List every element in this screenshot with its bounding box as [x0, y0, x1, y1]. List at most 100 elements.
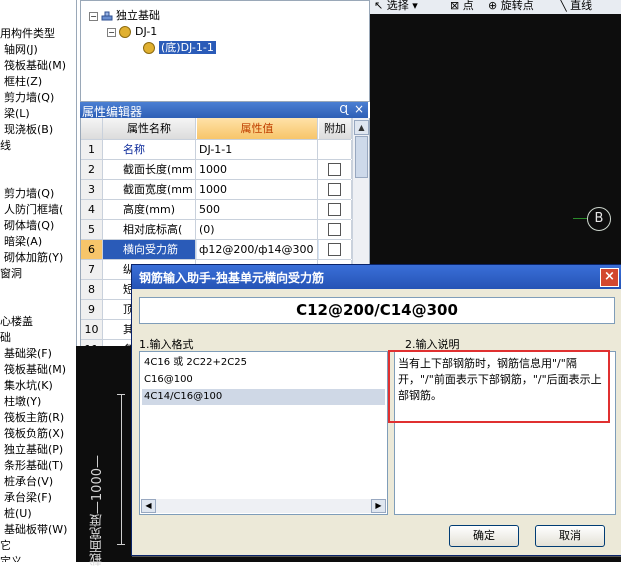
row-add-cell — [319, 140, 352, 159]
left-item-13[interactable]: 窗洞 — [0, 267, 22, 281]
left-item-6[interactable]: 现浇板(B) — [4, 123, 53, 137]
left-item-24[interactable]: 桩承台(V) — [4, 475, 53, 489]
left-item-21[interactable]: 筏板负筋(X) — [4, 427, 64, 441]
rebar-value-field[interactable]: C12@200/C14@300 — [139, 297, 615, 324]
row-num: 3 — [81, 180, 103, 199]
table-row[interactable]: 4 高度(mm) 500 — [81, 200, 352, 220]
add-checkbox[interactable] — [328, 163, 341, 176]
left-item-22[interactable]: 独立基础(P) — [4, 443, 63, 457]
left-item-19[interactable]: 柱墩(Y) — [4, 395, 41, 409]
rotate-point-tool[interactable]: ⊕ 旋转点 — [488, 0, 534, 13]
cancel-button[interactable]: 取消 — [535, 525, 605, 547]
left-item-17[interactable]: 筏板基础(M) — [4, 363, 66, 377]
left-item-11[interactable]: 暗梁(A) — [4, 235, 42, 249]
scroll-left-icon[interactable]: ◀ — [141, 499, 156, 513]
list-item-selected[interactable]: 4C14/C16@100 — [142, 389, 385, 405]
property-editor-titlebar: 属性编辑器 Ɋ × — [80, 102, 368, 119]
left-item-16[interactable]: 基础梁(F) — [4, 347, 52, 361]
list-item[interactable]: C16@100 — [142, 372, 385, 388]
close-icon[interactable]: × — [354, 102, 364, 116]
left-item-7[interactable]: 线 — [0, 139, 11, 153]
left-item-9[interactable]: 人防门框墙( — [4, 203, 63, 217]
left-item-12[interactable]: 砌体加筋(Y) — [4, 251, 63, 265]
row-value[interactable]: (0) — [197, 220, 318, 239]
left-item-29[interactable]: 定义 — [0, 555, 22, 562]
line-tool[interactable]: ╲ 直线 — [560, 0, 592, 13]
row-name: 截面宽度(mm — [103, 180, 196, 199]
horizontal-scrollbar[interactable]: ◀ ▶ — [141, 499, 386, 513]
axis-line — [573, 218, 587, 219]
row-num: 5 — [81, 220, 103, 239]
gear-icon — [143, 42, 155, 54]
row-value[interactable]: 1000 — [197, 160, 318, 179]
row-value[interactable]: 1000 — [197, 180, 318, 199]
left-item-0[interactable]: 用构件类型 — [0, 27, 55, 41]
drawing-toolbar: ↖ 选择 ▾ ⊠ 点 ⊕ 旋转点 ╲ 直线 — [370, 0, 621, 15]
point-icon: ⊠ — [450, 0, 460, 12]
tree-child[interactable]: − DJ-1 — [107, 25, 157, 39]
select-label: 选择 — [386, 0, 409, 12]
left-item-28[interactable]: 它 — [0, 539, 11, 553]
header-name: 属性名称 — [103, 118, 196, 139]
add-checkbox[interactable] — [328, 183, 341, 196]
pin-icon[interactable]: Ɋ — [339, 103, 348, 116]
left-item-5[interactable]: 梁(L) — [4, 107, 30, 121]
ok-button[interactable]: 确定 — [449, 525, 519, 547]
left-item-15[interactable]: 础 — [0, 331, 11, 345]
left-item-18[interactable]: 集水坑(K) — [4, 379, 53, 393]
table-row-selected[interactable]: 6 横向受力筋 ф12@200/ф14@300 — [81, 240, 352, 260]
tree-root[interactable]: − 独立基础 — [89, 9, 160, 23]
close-icon[interactable]: × — [600, 268, 619, 287]
format-list[interactable]: 4C16 或 2C22+2C25 C16@100 4C14/C16@100 ◀ … — [139, 351, 388, 515]
left-item-10[interactable]: 砌体墙(Q) — [4, 219, 54, 233]
left-item-1[interactable]: 轴网(J) — [4, 43, 38, 57]
add-checkbox[interactable] — [328, 243, 341, 256]
left-item-23[interactable]: 条形基础(T) — [4, 459, 63, 473]
dimension-value: 1000 — [90, 468, 105, 502]
component-tree: − 独立基础 − DJ-1 (底)DJ-1-1 — [80, 0, 370, 102]
point-tool[interactable]: ⊠ 点 — [450, 0, 474, 13]
tree-leaf-label: (底)DJ-1-1 — [159, 41, 216, 54]
row-value[interactable]: DJ-1-1 — [197, 140, 318, 159]
table-row[interactable]: 2 截面长度(mm 1000 — [81, 160, 352, 180]
add-checkbox[interactable] — [328, 203, 341, 216]
left-item-26[interactable]: 桩(U) — [4, 507, 32, 521]
scroll-right-icon[interactable]: ▶ — [371, 499, 386, 513]
row-num: 7 — [81, 260, 103, 279]
row-num: 10 — [81, 320, 103, 339]
header-value: 属性值 — [197, 118, 318, 139]
left-item-8[interactable]: 剪力墙(Q) — [4, 187, 54, 201]
collapse-icon[interactable]: − — [107, 27, 116, 37]
collapse-icon[interactable]: − — [89, 11, 98, 21]
select-tool[interactable]: ↖ 选择 ▾ — [374, 0, 418, 13]
scroll-thumb[interactable] — [355, 136, 368, 178]
row-num: 8 — [81, 280, 103, 299]
rotate-icon: ⊕ — [488, 0, 498, 12]
left-item-4[interactable]: 剪力墙(Q) — [4, 91, 54, 105]
list-item[interactable]: 4C16 或 2C22+2C25 — [142, 355, 385, 371]
scroll-up-icon[interactable]: ▲ — [354, 120, 369, 135]
row-add-cell — [319, 220, 352, 239]
table-row[interactable]: 5 相对底标高( (0) — [81, 220, 352, 240]
row-num: 2 — [81, 160, 103, 179]
tree-child-label: DJ-1 — [135, 25, 158, 38]
left-item-20[interactable]: 筏板主筋(R) — [4, 411, 64, 425]
left-item-14[interactable]: 心楼盖 — [0, 315, 33, 329]
row-num: 1 — [81, 140, 103, 159]
add-checkbox[interactable] — [328, 223, 341, 236]
dialog-title: 钢筋输入助手-独基单元横向受力筋 — [139, 271, 324, 285]
left-item-3[interactable]: 框柱(Z) — [4, 75, 42, 89]
header-add: 附加 — [319, 118, 352, 139]
dropdown-icon[interactable]: ▾ — [412, 0, 418, 12]
left-item-2[interactable]: 筏板基础(M) — [4, 59, 66, 73]
row-name: 名称 — [103, 140, 196, 159]
row-value[interactable]: 500 — [197, 200, 318, 219]
row-value[interactable]: ф12@200/ф14@300 — [197, 240, 318, 259]
axis-label-b[interactable]: B — [587, 207, 611, 231]
left-item-27[interactable]: 基础板带(W) — [4, 523, 67, 537]
table-row[interactable]: 1 名称 DJ-1-1 — [81, 140, 352, 160]
tree-leaf[interactable]: (底)DJ-1-1 — [143, 41, 216, 55]
table-row[interactable]: 3 截面宽度(mm 1000 — [81, 180, 352, 200]
left-item-25[interactable]: 承台梁(F) — [4, 491, 52, 505]
header-num — [81, 118, 103, 139]
